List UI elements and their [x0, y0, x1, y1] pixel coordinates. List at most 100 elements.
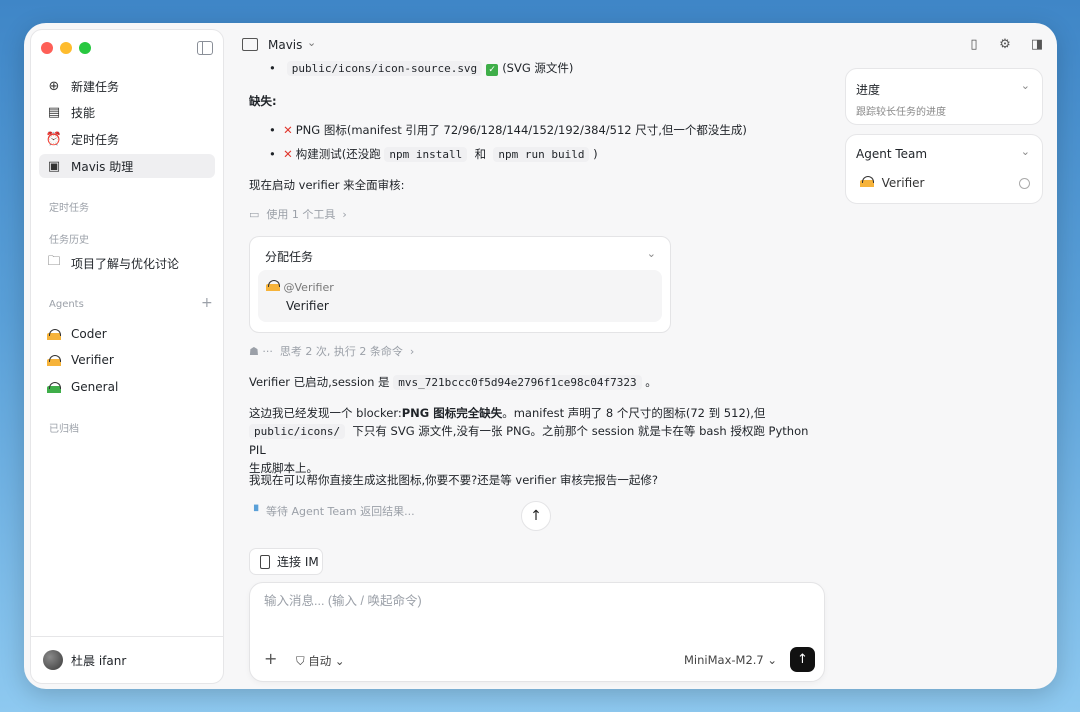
section-history: 任务历史: [49, 235, 89, 246]
agent-icon: ☗: [249, 345, 259, 358]
folder-icon: [242, 38, 258, 51]
verify-start-text: 现在启动 verifier 来全面审核:: [249, 178, 405, 192]
tool-use-label: 使用 1 个工具: [266, 208, 336, 221]
missing-bullet-1: • ✕ PNG 图标(manifest 引用了 72/96/128/144/152…: [269, 123, 747, 137]
agent-icon: [43, 328, 65, 340]
panel-toggle-icon[interactable]: ◨: [1030, 37, 1044, 52]
inline-code: public/icons/: [249, 424, 346, 439]
section-archived: 已归档: [49, 424, 79, 435]
msg-bold: PNG 图标完全缺失: [401, 406, 503, 420]
nav-scheduled[interactable]: ⏰ 定时任务: [39, 127, 215, 151]
session-text: 。: [645, 375, 657, 389]
add-agent-button[interactable]: +: [201, 295, 213, 311]
msg-text: 这边我已经发现一个 blocker:: [249, 406, 402, 420]
app-window: ⊕ 新建任务 ▤ 技能 ⏰ 定时任务 ▣ Mavis 助理 定时任务 任务历史 …: [24, 23, 1057, 689]
alarm-clock-icon: ⏰: [45, 131, 63, 147]
chevron-down-icon[interactable]: ⌄: [1021, 79, 1030, 92]
assign-task-card: 分配任务 ⌄ @Verifier Verifier: [249, 236, 671, 333]
card-mention: @Verifier: [283, 281, 334, 294]
agent-icon: [43, 354, 65, 366]
status-radio: [1019, 178, 1030, 189]
thinking-label: 思考 2 次, 执行 2 条命令: [279, 345, 403, 358]
agent-icon: [43, 381, 65, 393]
nav-label: 技能: [71, 105, 96, 120]
phone-icon[interactable]: ▯: [967, 37, 981, 52]
bullet-text: 和: [474, 147, 487, 161]
nav-label: 定时任务: [71, 132, 120, 147]
card-body: @Verifier Verifier: [258, 270, 662, 322]
model-selector[interactable]: MiniMax-M2.7 ⌄: [684, 653, 777, 667]
connect-im-label: 连接 IM: [277, 555, 319, 569]
history-item[interactable]: 🗀 项目了解与优化讨论: [39, 251, 215, 275]
sidebar-toggle-icon[interactable]: [197, 41, 213, 55]
chevron-down-icon[interactable]: ⌄: [307, 36, 316, 49]
avatar: [43, 650, 63, 670]
bullet-text: ): [593, 147, 598, 161]
nav-mavis-assistant[interactable]: ▣ Mavis 助理: [39, 154, 215, 178]
user-name: 杜晨 ifanr: [71, 653, 127, 668]
thinking-toggle[interactable]: ☗ ··· 思考 2 次, 执行 2 条命令 ›: [249, 343, 414, 361]
agent-label: Verifier: [71, 353, 114, 367]
chevron-down-icon[interactable]: ⌄: [647, 247, 656, 260]
agent-team-title: Agent Team: [856, 147, 928, 161]
waiting-label: 等待 Agent Team 返回结果...: [265, 505, 415, 518]
agent-icon: [266, 280, 280, 291]
inline-code: npm run build: [493, 147, 590, 162]
progress-title: 进度: [856, 83, 881, 97]
tool-icon: ▭: [249, 208, 260, 221]
more-icon: ···: [262, 345, 273, 358]
bullet-text: PNG 图标(manifest 引用了 72/96/128/144/152/19…: [295, 123, 747, 137]
project-title[interactable]: Mavis: [268, 38, 302, 52]
sidebar: ⊕ 新建任务 ▤ 技能 ⏰ 定时任务 ▣ Mavis 助理 定时任务 任务历史 …: [30, 29, 224, 684]
history-item-label: 项目了解与优化讨论: [71, 256, 180, 271]
chevron-down-icon[interactable]: ⌄: [1021, 145, 1030, 158]
send-button[interactable]: ↑: [790, 647, 815, 672]
blocker-message: 这边我已经发现一个 blocker:PNG 图标完全缺失。manifest 声明…: [249, 404, 819, 477]
msg-text: 。manifest 声明了 8 个尺寸的图标(72 到 512),但: [502, 406, 766, 420]
agent-icon: [860, 176, 874, 187]
progress-panel: 进度 ⌄ 跟踪较长任务的进度: [845, 68, 1043, 125]
clipboard-icon: ▤: [47, 104, 61, 120]
check-icon: ✓: [486, 64, 499, 76]
session-id: mvs_721bccc0f5d94e2796f1ce98c04f7323: [393, 375, 642, 390]
section-agents: Agents: [49, 299, 84, 310]
nav-skills[interactable]: ▤ 技能: [39, 100, 215, 124]
missing-bullet-2: • ✕ 构建测试(还没跑 npm install 和 npm run build …: [269, 147, 598, 162]
folder-icon: 🗀: [47, 254, 61, 269]
mode-selector[interactable]: ⛉ 自动 ⌄: [296, 653, 345, 669]
agent-item-general[interactable]: General: [39, 375, 215, 399]
nav-new-task[interactable]: ⊕ 新建任务: [39, 74, 215, 98]
team-member-label: Verifier: [881, 176, 925, 190]
message-input[interactable]: [262, 593, 806, 609]
agent-team-icon: ▘: [254, 505, 263, 518]
file-note: (SVG 源文件): [502, 61, 574, 75]
attach-plus-icon[interactable]: +: [264, 649, 277, 668]
user-square-icon: ▣: [47, 158, 61, 174]
connect-im-button[interactable]: 连接 IM: [249, 548, 323, 575]
card-agent: Verifier: [286, 299, 329, 313]
mode-label: 自动: [308, 654, 332, 668]
question-message: 我现在可以帮你直接生成这批图标,你要不要?还是等 verifier 审核完报告一…: [249, 473, 659, 487]
model-label: MiniMax-M2.7: [684, 653, 764, 667]
agent-item-coder[interactable]: Coder: [39, 322, 215, 346]
window-controls: [41, 42, 91, 54]
cross-icon: ✕: [283, 123, 293, 137]
message-composer: + ⛉ 自动 ⌄ MiniMax-M2.7 ⌄ ↑: [249, 582, 825, 682]
card-title: 分配任务: [265, 250, 314, 264]
card-mention-row: @Verifier: [266, 280, 334, 294]
bullet-text: 构建测试(还没跑: [295, 147, 381, 161]
agent-item-verifier[interactable]: Verifier: [39, 348, 215, 372]
tool-use-toggle[interactable]: ▭ 使用 1 个工具 ›: [249, 206, 347, 224]
progress-subtitle: 跟踪较长任务的进度: [856, 107, 946, 118]
user-profile[interactable]: 杜晨 ifanr: [31, 636, 223, 683]
nav-label: 新建任务: [71, 79, 120, 94]
cross-icon: ✕: [283, 147, 293, 161]
section-scheduled: 定时任务: [49, 203, 89, 214]
close-window-button[interactable]: [41, 42, 53, 54]
team-member-verifier[interactable]: Verifier: [860, 176, 924, 190]
minimize-window-button[interactable]: [60, 42, 72, 54]
zoom-window-button[interactable]: [79, 42, 91, 54]
nav-label: Mavis 助理: [71, 159, 134, 174]
settings-icon[interactable]: ⚙: [998, 37, 1012, 52]
scroll-to-top-button[interactable]: ↑: [521, 501, 551, 531]
